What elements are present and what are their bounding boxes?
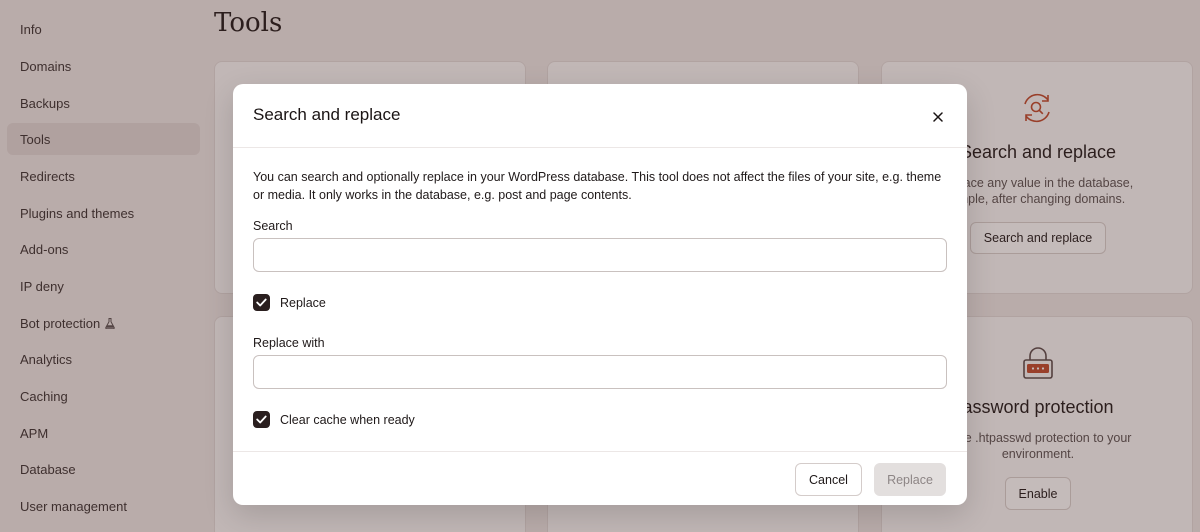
modal-header: Search and replace (233, 84, 967, 148)
cancel-button[interactable]: Cancel (795, 463, 862, 496)
clear-cache-checkbox-row[interactable]: Clear cache when ready (253, 411, 415, 428)
clear-cache-checkbox[interactable] (253, 411, 270, 428)
close-button[interactable] (927, 106, 949, 128)
checkmark-icon (256, 298, 267, 307)
replace-checkbox[interactable] (253, 294, 270, 311)
checkmark-icon (256, 415, 267, 424)
search-label: Search (253, 219, 293, 233)
modal-title: Search and replace (253, 105, 401, 124)
modal-description: You can search and optionally replace in… (253, 170, 942, 202)
modal-footer: Cancel Replace (233, 451, 967, 505)
close-icon (933, 112, 943, 122)
replace-button[interactable]: Replace (874, 463, 946, 496)
search-replace-modal: Search and replace You can search and op… (233, 84, 967, 505)
clear-cache-checkbox-label: Clear cache when ready (280, 412, 415, 427)
replace-with-input[interactable] (253, 355, 947, 389)
search-input[interactable] (253, 238, 947, 272)
replace-checkbox-label: Replace (280, 295, 326, 310)
replace-with-label: Replace with (253, 336, 325, 350)
replace-checkbox-row[interactable]: Replace (253, 294, 326, 311)
